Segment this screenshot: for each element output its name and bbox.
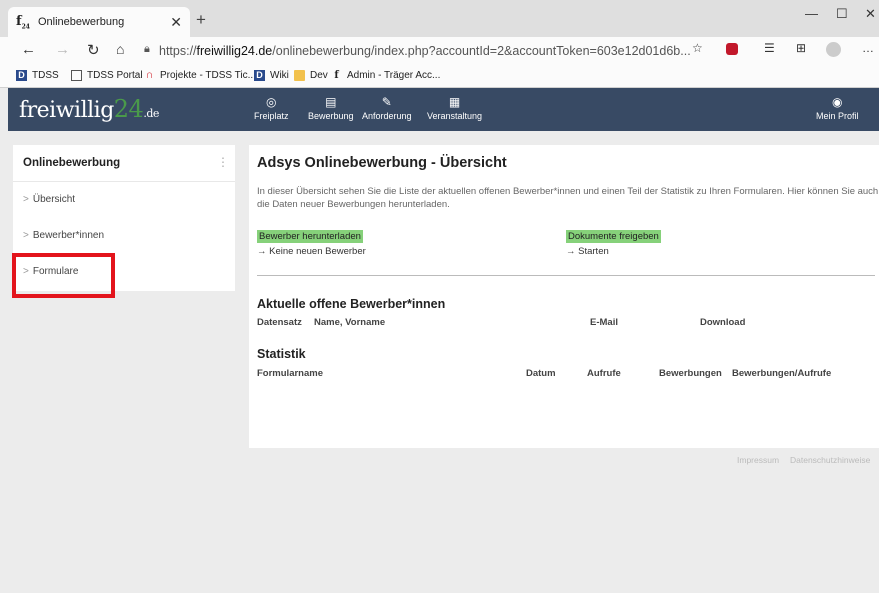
profile-avatar-icon[interactable] (826, 42, 841, 57)
ublock-extension-icon[interactable] (726, 43, 738, 55)
section-open-applicants: Aktuelle offene Bewerber*innen (257, 297, 446, 311)
projects-icon: ∩ (145, 69, 154, 81)
request-icon: ✎ (381, 95, 392, 109)
site-header: freiwillig24.de ◎ Freiplatz ▤ Bewerbung ✎ A… (8, 88, 879, 131)
favorite-star-icon[interactable]: ☆ (692, 41, 703, 55)
privacy-link[interactable]: Datenschutzhinweise (790, 455, 870, 465)
wiki-icon: D (254, 70, 265, 81)
bookmark-item[interactable]: ∩ Projekte - TDSS Tic... (144, 69, 256, 82)
sidebar-title: Onlinebewerbung (23, 157, 121, 169)
nav-freiplatz[interactable]: ◎ Freiplatz (254, 95, 289, 121)
url-field[interactable]: https://freiwillig24.de/onlinebewerbung/… (159, 44, 691, 58)
column-header: Datum (526, 368, 556, 379)
column-header: Name, Vorname (314, 317, 386, 328)
calendar-icon: ▦ (448, 95, 461, 109)
bookmarks-bar: D TDSS TDSS Portal ∩ Projekte - TDSS Tic..… (0, 64, 879, 88)
column-header: Formularname (257, 368, 323, 379)
forward-arrow-icon[interactable]: → (55, 41, 70, 58)
bookmark-label: TDSS (32, 70, 59, 81)
document-icon: ▤ (325, 95, 337, 109)
maximize-icon[interactable]: ☐ (836, 6, 848, 22)
divider (257, 275, 875, 276)
page-title: Adsys Onlinebewerbung - Übersicht (257, 155, 507, 171)
user-icon: ◉ (832, 95, 843, 109)
nav-bewerbung[interactable]: ▤ Bewerbung (308, 95, 354, 121)
impressum-link[interactable]: Impressum (737, 455, 779, 465)
column-header: Download (700, 317, 746, 328)
chevron-right-icon: > (23, 230, 29, 241)
bookmark-item[interactable]: D TDSS (16, 70, 59, 81)
column-header: Datensatz (257, 317, 302, 328)
bookmark-label: Admin - Träger Acc... (347, 70, 441, 81)
page-icon (71, 70, 82, 81)
tdss-icon: D (16, 70, 27, 81)
minimize-icon[interactable]: — (805, 6, 818, 21)
release-documents-button[interactable]: Dokumente freigeben (566, 230, 661, 243)
site-favicon-icon: f24 (16, 13, 30, 31)
column-header: Aufrufe (587, 368, 621, 379)
sidebar-item-label: Übersicht (32, 194, 76, 205)
location-pin-icon: ◎ (266, 95, 277, 109)
window-close-icon[interactable]: ✕ (865, 6, 876, 22)
site-logo[interactable]: freiwillig24.de (19, 95, 159, 123)
favorites-list-icon[interactable]: ☰ (764, 41, 775, 55)
bookmark-label: Projekte - TDSS Tic... (160, 70, 256, 81)
reload-icon[interactable]: ↻ (87, 41, 100, 59)
bookmark-item[interactable]: D Wiki (254, 70, 289, 81)
nav-label: Anforderung (362, 111, 412, 121)
bookmark-label: Dev (310, 70, 328, 81)
chevron-right-icon: > (23, 194, 29, 205)
bookmark-item[interactable]: TDSS Portal (71, 70, 143, 81)
home-icon[interactable]: ⌂ (116, 41, 124, 57)
sidebar-item-bewerber[interactable]: > Bewerber*innen (23, 230, 104, 241)
new-tab-button[interactable]: + (196, 10, 206, 30)
start-link[interactable]: → Starten (566, 246, 609, 257)
main-panel: Adsys Onlinebewerbung - Übersicht In die… (249, 145, 879, 448)
section-statistics: Statistik (257, 347, 306, 361)
nav-label: Bewerbung (308, 111, 354, 121)
lock-icon[interactable]: 🔒︎ (144, 43, 150, 56)
nav-label: Veranstaltung (427, 111, 483, 121)
bookmark-label: Wiki (270, 70, 289, 81)
nav-profile[interactable]: ◉ Mein Profil (816, 95, 859, 121)
column-header: Bewerbungen (659, 368, 722, 379)
bookmark-item[interactable]: f Admin - Träger Acc... (331, 70, 440, 81)
address-bar-row: ← → ↻ ⌂ 🔒︎ https://freiwillig24.de/onlin… (0, 37, 879, 64)
browser-tab-bar: f24 Onlinebewerbung ✕ + — ☐ ✕ (0, 0, 879, 37)
bookmark-item[interactable]: Dev (294, 70, 328, 81)
folder-icon (294, 70, 305, 81)
page-description: In dieser Übersicht sehen Sie die Liste … (257, 186, 879, 210)
kebab-menu-icon[interactable]: ⋮ (217, 155, 229, 169)
nav-label: Mein Profil (816, 111, 859, 121)
divider (13, 181, 235, 182)
browser-tab[interactable]: f24 Onlinebewerbung ✕ (8, 7, 190, 37)
more-menu-icon[interactable]: … (862, 41, 874, 55)
sidebar-item-uebersicht[interactable]: > Übersicht (23, 194, 75, 205)
nav-anforderung[interactable]: ✎ Anforderung (362, 95, 412, 121)
site-favicon-icon: f (334, 70, 339, 81)
nav-label: Freiplatz (254, 111, 289, 121)
highlight-box (12, 253, 115, 298)
download-applicants-button[interactable]: Bewerber herunterladen (257, 230, 363, 243)
collections-icon[interactable]: ⊞ (796, 41, 806, 55)
tab-close-icon[interactable]: ✕ (170, 14, 182, 31)
nav-veranstaltung[interactable]: ▦ Veranstaltung (427, 95, 482, 121)
back-arrow-icon[interactable]: ← (21, 41, 36, 58)
column-header: E-Mail (590, 317, 618, 328)
column-header: Bewerbungen/Aufrufe (732, 368, 832, 379)
bookmark-label: TDSS Portal (87, 70, 143, 81)
download-status: → Keine neuen Bewerber (257, 246, 366, 257)
tab-title: Onlinebewerbung (37, 16, 125, 28)
sidebar-item-label: Bewerber*innen (32, 230, 105, 241)
